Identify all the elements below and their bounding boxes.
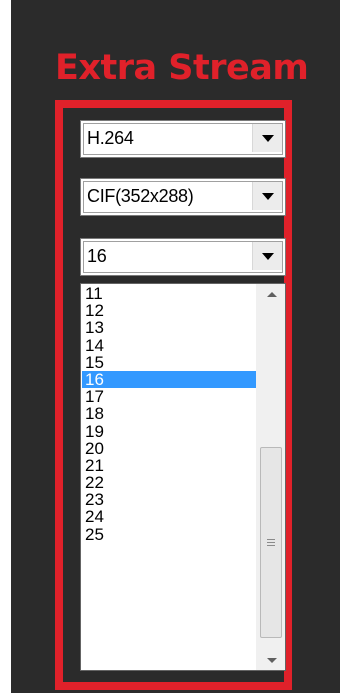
resolution-select-value: CIF(352x288) [87,186,194,206]
option-item[interactable]: 19 [82,422,256,440]
scroll-up-arrow-icon[interactable] [257,284,285,304]
option-item[interactable]: 23 [82,491,256,508]
option-item[interactable]: 14 [82,336,256,354]
grip-line [267,542,275,543]
option-item[interactable]: 15 [82,354,256,371]
chevron-down-icon[interactable] [252,182,282,210]
chevron-down-icon[interactable] [252,124,282,152]
resolution-select[interactable]: CIF(352x288) [80,178,286,216]
option-item[interactable]: 21 [82,457,256,474]
scroll-down-arrow-icon[interactable] [257,650,285,670]
codec-select[interactable]: H.264 [80,120,286,158]
option-item[interactable]: 13 [82,319,256,336]
option-item[interactable]: 20 [82,440,256,457]
panel-title: Extra Stream [55,48,309,88]
scrollbar[interactable] [256,284,285,670]
grip-line [267,545,275,546]
chevron-down-icon[interactable] [252,242,282,270]
option-item[interactable]: 18 [82,405,256,422]
option-list: 11 12 13 14 15 16 17 18 19 20 21 22 23 24 25 [82,285,256,543]
option-item[interactable]: 22 [82,474,256,491]
scrollbar-thumb[interactable] [260,447,282,638]
option-item[interactable]: 25 [82,526,256,543]
framerate-dropdown-list[interactable]: 11 12 13 14 15 16 17 18 19 20 21 22 23 24 25 [80,283,286,671]
option-item[interactable]: 12 [82,302,256,319]
option-item[interactable]: 16 [82,371,256,389]
option-item[interactable]: 24 [82,508,256,525]
option-item[interactable]: 11 [82,285,256,302]
grip-line [267,539,275,540]
option-item[interactable]: 17 [82,388,256,405]
framerate-select[interactable]: 16 [80,238,286,276]
framerate-select-value: 16 [87,246,107,266]
codec-select-value: H.264 [87,128,134,148]
